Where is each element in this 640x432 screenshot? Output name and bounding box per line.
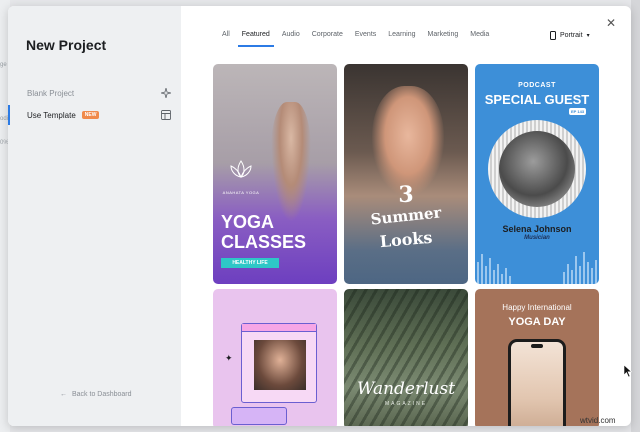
yoga-brand: ANAHATA YOGA [222, 190, 260, 195]
new-badge: NEW [81, 111, 100, 119]
background-scrollbar[interactable] [631, 0, 640, 432]
retro-window-small [231, 407, 287, 425]
layout-icon [161, 110, 171, 120]
back-to-dashboard-link[interactable]: ← Back to Dashboard [60, 391, 132, 398]
phone-mockup [508, 339, 566, 426]
tab-corporate[interactable]: Corporate [306, 30, 349, 48]
tab-all[interactable]: All [216, 30, 236, 48]
sidebar-item-blank-project[interactable]: Blank Project [8, 83, 181, 103]
lotus-icon [230, 160, 252, 178]
template-card-wanderlust[interactable]: Wanderlust MAGAZINE [344, 289, 468, 426]
sidebar-item-label: Blank Project [27, 88, 75, 98]
yoga-tag: HEALTHY LIFE [221, 258, 279, 268]
guest-role: Musician [524, 235, 550, 241]
modal-sidebar: New Project Blank Project Use Template N… [8, 6, 181, 426]
template-card-yoga-day[interactable]: Happy International YOGA DAY [475, 289, 599, 426]
yoga-title-line2: CLASSES [221, 232, 307, 252]
modal-title: New Project [26, 37, 107, 53]
yogaday-line2: YOGA DAY [508, 316, 566, 328]
close-icon: ✕ [605, 16, 617, 30]
orientation-dropdown[interactable]: Portrait ▾ [550, 31, 590, 40]
woman-portrait-image [372, 86, 444, 196]
sparkle-icon: ✦ [225, 353, 233, 363]
sparkle-icon [161, 88, 171, 98]
sidebar-item-label: Use Template [27, 110, 76, 120]
tab-events[interactable]: Events [349, 30, 382, 48]
back-label: Back to Dashboard [72, 391, 132, 398]
retro-window [241, 323, 317, 403]
guest-name: Selena Johnson [502, 224, 572, 234]
close-button[interactable]: ✕ [605, 17, 617, 29]
yoga-person-image [271, 102, 311, 222]
caret-down-icon: ▾ [586, 33, 590, 39]
mouse-cursor-icon [624, 365, 632, 377]
podcast-title: SPECIAL GUEST [484, 92, 590, 107]
new-project-modal: New Project Blank Project Use Template N… [8, 6, 631, 426]
background-fragment: odi [0, 116, 9, 122]
tab-learning[interactable]: Learning [382, 30, 421, 48]
wanderlust-subtitle: MAGAZINE [384, 401, 428, 407]
phone-icon [550, 31, 556, 40]
yoga-title: YOGA CLASSES [221, 212, 306, 252]
orientation-label: Portrait [560, 32, 583, 39]
tab-marketing[interactable]: Marketing [422, 30, 465, 48]
tab-audio[interactable]: Audio [276, 30, 306, 48]
guest-photo [499, 131, 575, 207]
woman-selfie-image [254, 340, 306, 390]
podcast-kicker: PODCAST [518, 82, 556, 89]
phone-notch [531, 344, 543, 348]
yoga-title-line1: YOGA [221, 212, 275, 232]
background-fragment: ge [0, 62, 7, 68]
tab-media[interactable]: Media [464, 30, 495, 48]
category-tabs: All Featured Audio Corporate Events Lear… [216, 30, 495, 48]
retro-window-titlebar [242, 324, 316, 332]
wanderlust-title: Wanderlust [356, 379, 456, 399]
active-indicator [8, 105, 10, 125]
template-card-summer-looks[interactable]: 3 Summer Looks [344, 64, 468, 284]
yogaday-line1: Happy International [502, 303, 572, 312]
watermark: wtvid.com [580, 416, 616, 425]
template-card-retro-window[interactable]: ✦ [213, 289, 337, 426]
template-card-yoga-classes[interactable]: ANAHATA YOGA YOGA CLASSES HEALTHY LIFE [213, 64, 337, 284]
episode-badge: EP 143 [569, 108, 587, 115]
arrow-left-icon: ← [60, 391, 67, 398]
template-card-podcast[interactable]: PODCAST SPECIAL GUEST EP 143 Selena John… [475, 64, 599, 284]
sidebar-item-use-template[interactable]: Use Template NEW [8, 105, 181, 125]
tab-featured[interactable]: Featured [236, 30, 276, 48]
audio-waveform [477, 252, 597, 284]
